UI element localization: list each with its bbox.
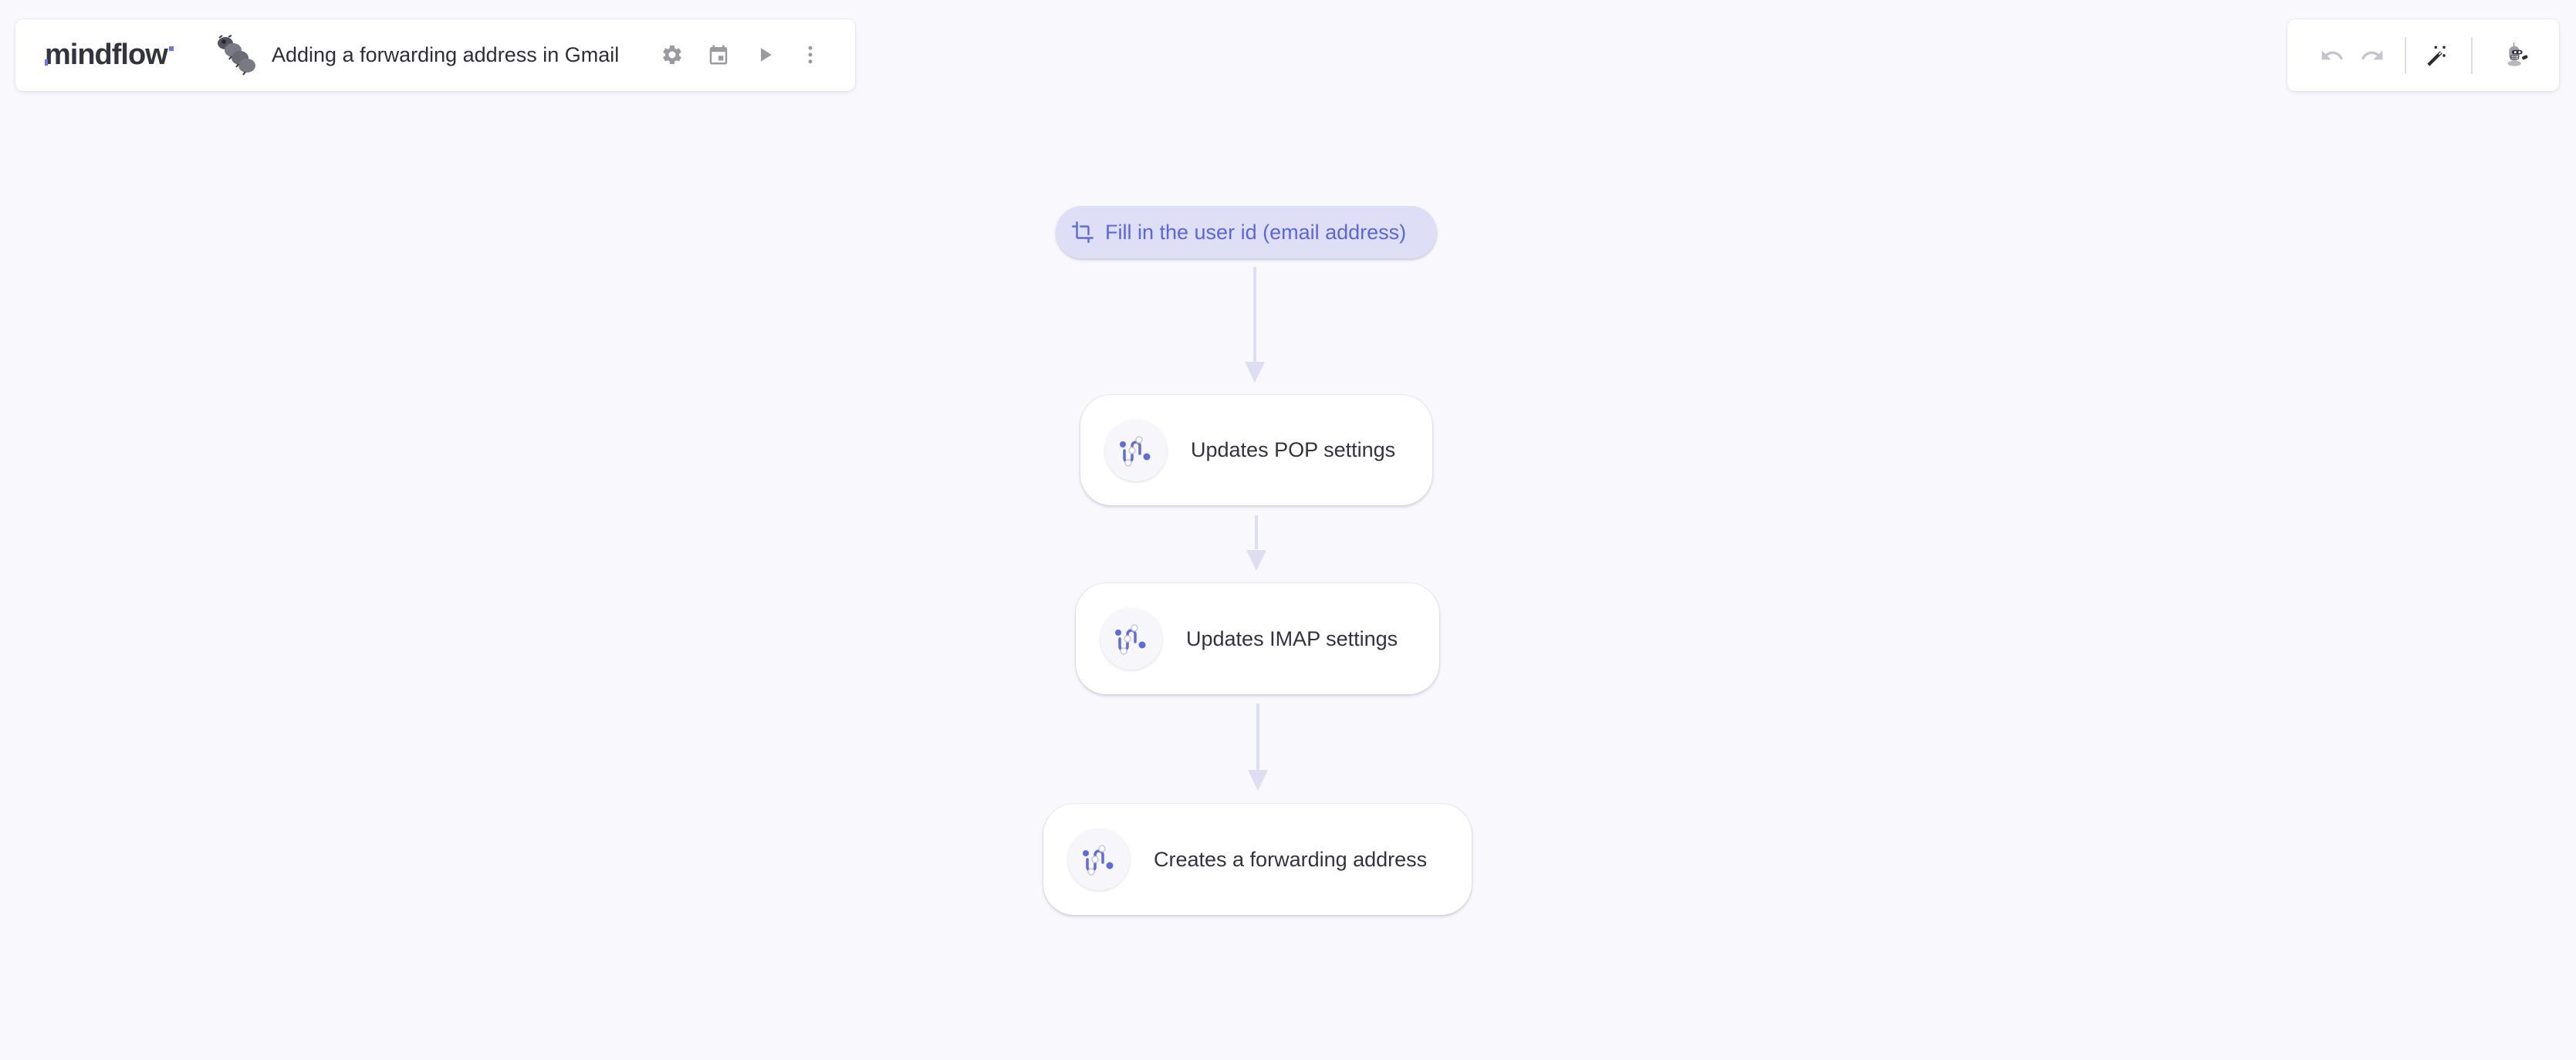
mindflow-logo[interactable]: mindflow <box>45 38 174 71</box>
step-node[interactable]: Updates IMAP settings <box>1076 583 1439 694</box>
crop-icon <box>1072 221 1094 243</box>
play-icon[interactable] <box>751 41 779 69</box>
step-node[interactable]: Updates POP settings <box>1080 395 1432 505</box>
logo-accent-dot <box>168 46 174 51</box>
connector-line <box>1255 515 1258 549</box>
step-label: Updates POP settings <box>1191 438 1396 461</box>
step-label: Creates a forwarding address <box>1154 847 1428 871</box>
redo-icon[interactable] <box>2358 41 2387 70</box>
connector-line <box>1253 267 1256 363</box>
gear-icon[interactable] <box>658 41 686 69</box>
trigger-label: Fill in the user id (email address) <box>1105 220 1407 244</box>
connector-arrow <box>1245 362 1265 383</box>
editor-toolbar <box>2287 19 2559 91</box>
route-icon <box>1100 608 1162 670</box>
caterpillar-mascot-icon <box>215 35 259 76</box>
logo-text: mindflow <box>45 38 168 71</box>
more-vertical-icon[interactable] <box>796 41 824 69</box>
trigger-node[interactable]: Fill in the user id (email address) <box>1056 206 1437 258</box>
connector-arrow <box>1248 770 1268 791</box>
connector-arrow <box>1246 550 1266 571</box>
connector-line <box>1256 704 1259 770</box>
undo-icon[interactable] <box>2317 41 2347 70</box>
route-icon <box>1105 419 1167 481</box>
flow-title[interactable]: Adding a forwarding address in Gmail <box>272 19 619 91</box>
step-label: Updates IMAP settings <box>1186 626 1398 650</box>
calendar-icon[interactable] <box>705 41 732 69</box>
magic-wand-icon[interactable] <box>2423 41 2453 70</box>
step-node[interactable]: Creates a forwarding address <box>1043 804 1472 915</box>
toolbar-divider <box>2471 37 2473 74</box>
flow-header: mindflow Adding a forwarding address in … <box>15 19 855 91</box>
toolbar-divider <box>2405 37 2406 74</box>
route-icon <box>1068 829 1130 890</box>
logo-accent-dot-left <box>45 59 48 66</box>
robot-avatar[interactable] <box>2499 35 2537 75</box>
